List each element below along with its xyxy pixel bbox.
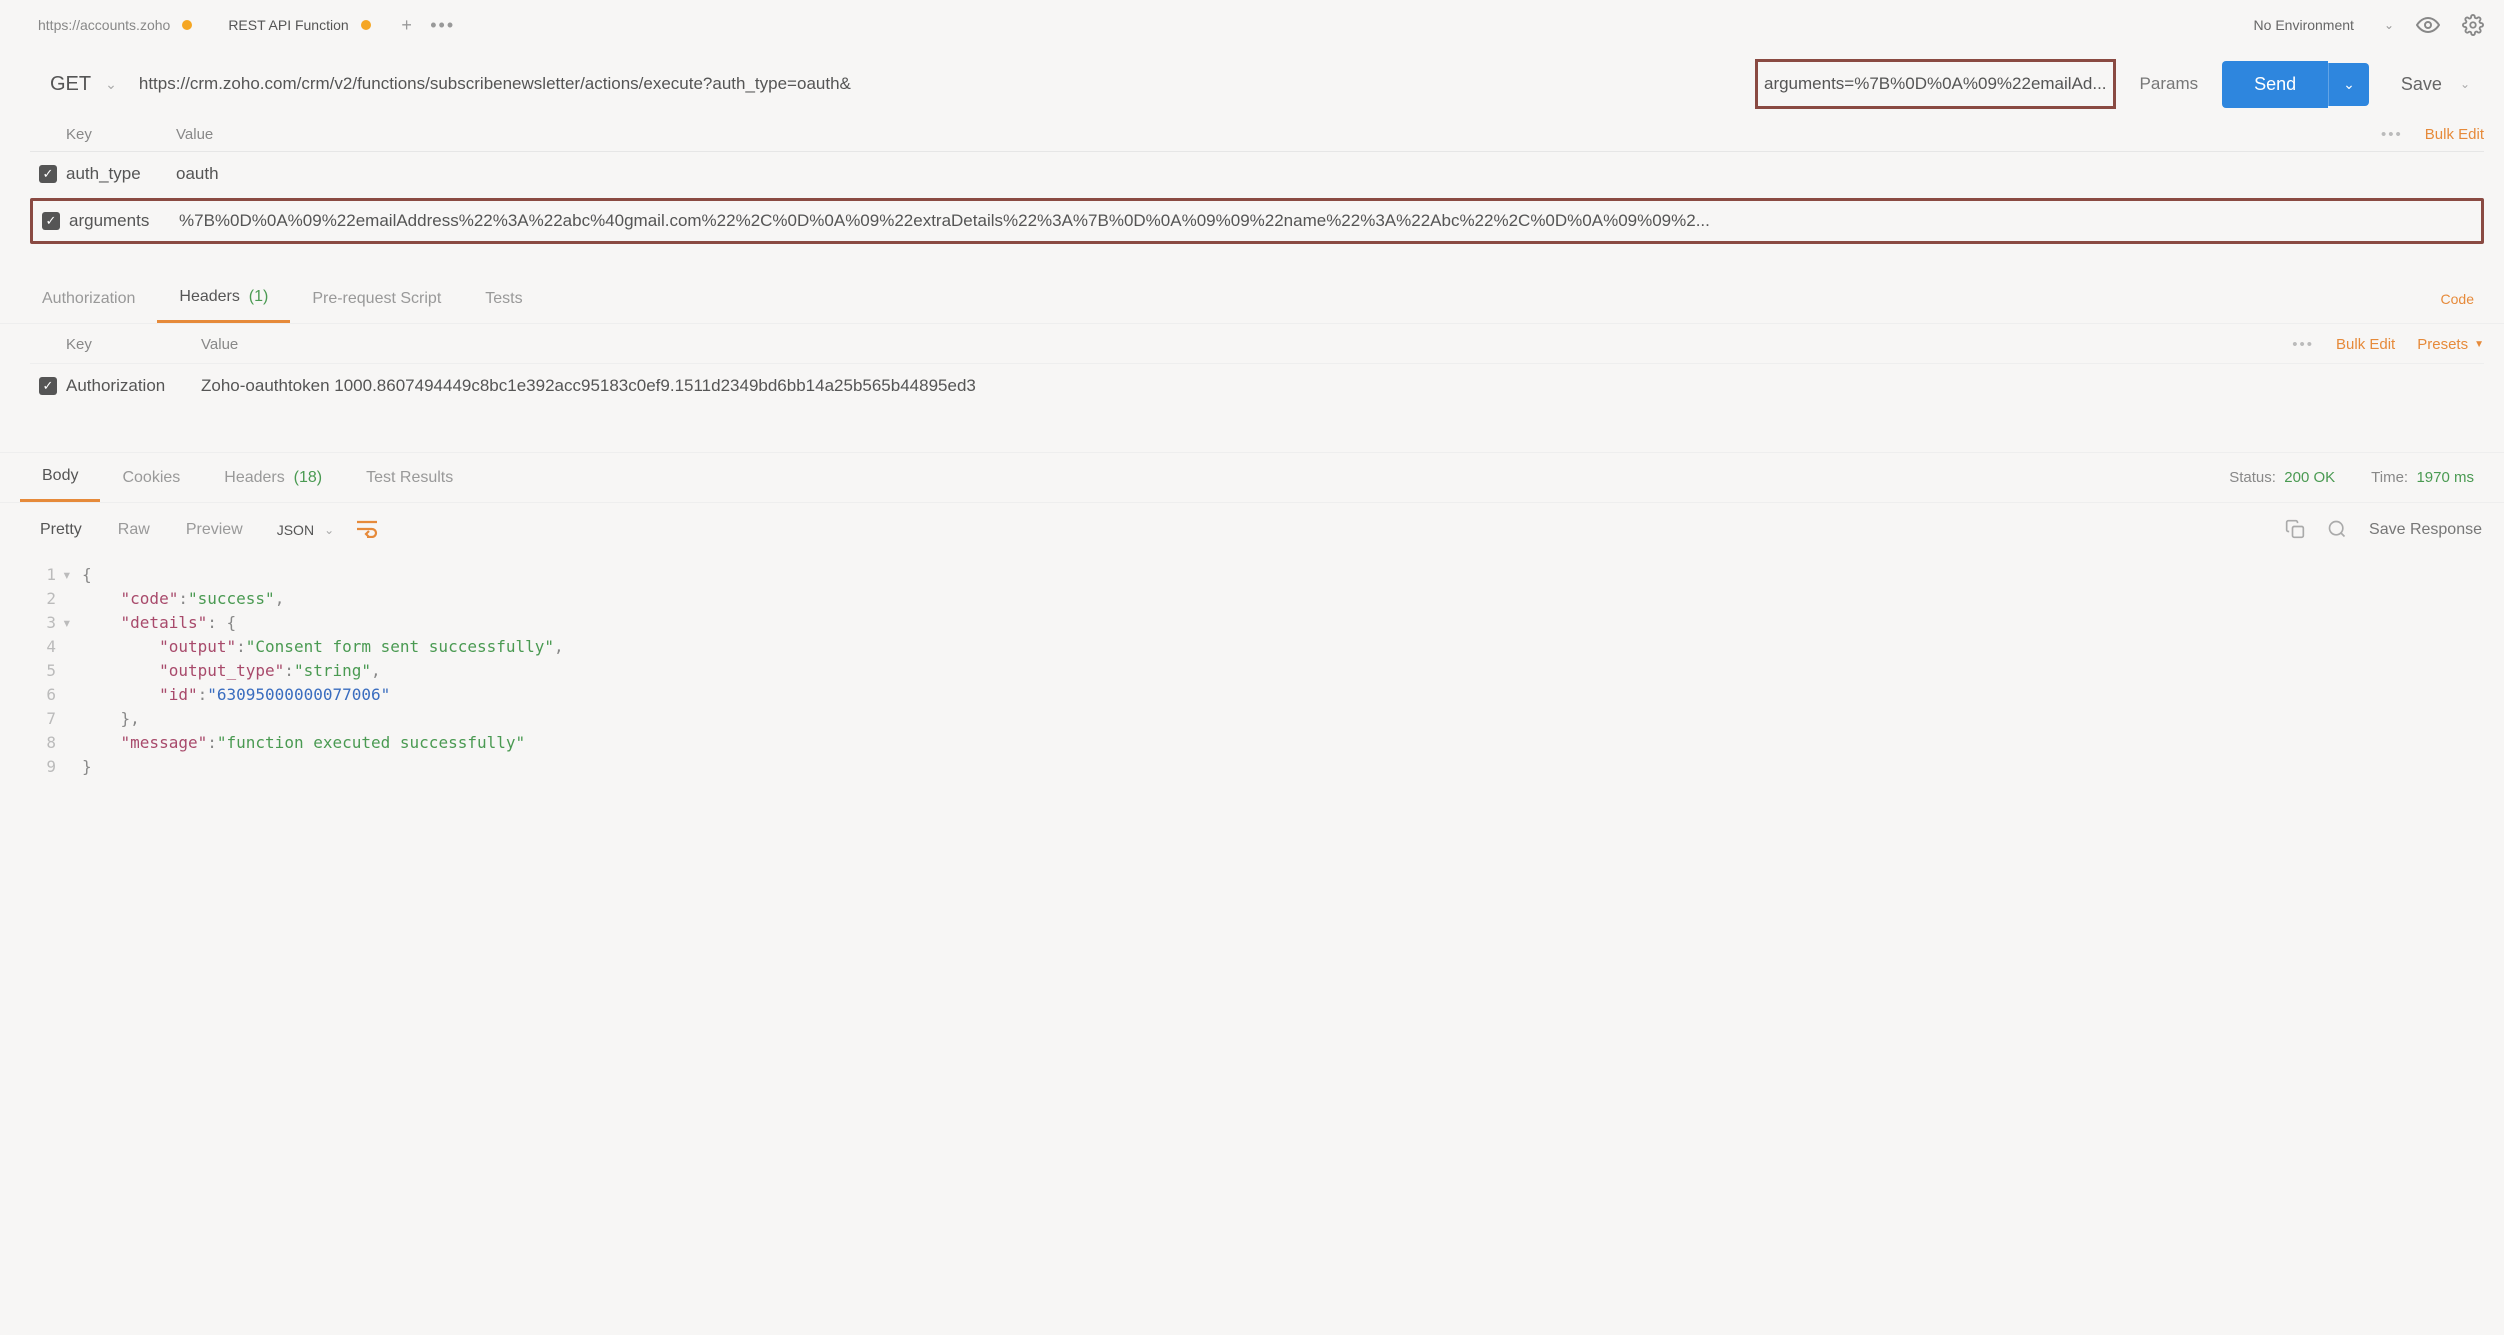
method-selector[interactable]: GET ⌄ (40, 60, 139, 108)
param-key[interactable]: arguments (69, 211, 179, 231)
unsaved-dot-icon (182, 20, 192, 30)
presets-button[interactable]: Presets ▼ (2417, 336, 2484, 353)
unsaved-dot-icon (361, 20, 371, 30)
column-value: Value (176, 126, 2381, 143)
tab-accounts[interactable]: https://accounts.zoho (20, 0, 210, 50)
request-bar: GET ⌄ https://crm.zoho.com/crm/v2/functi… (0, 50, 2504, 118)
save-response-button[interactable]: Save Response (2369, 521, 2482, 539)
bulk-edit-button[interactable]: Bulk Edit (2336, 336, 2395, 353)
new-tab-button[interactable]: + (389, 7, 425, 43)
tab-response-headers[interactable]: Headers (18) (202, 455, 344, 501)
tab-label: Headers (224, 469, 284, 486)
url-highlight: arguments=%7B%0D%0A%09%22emailAd... (1755, 59, 2116, 109)
param-row-highlighted[interactable]: ✓ arguments %7B%0D%0A%09%22emailAddress%… (30, 198, 2484, 244)
tab-label: Headers (179, 288, 239, 305)
headers-header-row: Key Value ••• Bulk Edit Presets ▼ (30, 326, 2484, 363)
column-value: Value (201, 336, 2292, 353)
method-label: GET (50, 73, 91, 96)
tab-cookies[interactable]: Cookies (100, 455, 202, 501)
message-value: function executed successfully (227, 733, 516, 752)
format-selector[interactable]: JSON ⌄ (277, 522, 334, 538)
code-link[interactable]: Code (2431, 277, 2484, 321)
header-key[interactable]: Authorization (66, 376, 201, 396)
output-type-value: string (304, 661, 362, 680)
code-value: success (198, 589, 265, 608)
checkbox-icon[interactable]: ✓ (42, 212, 60, 230)
status-value: 200 OK (2284, 469, 2335, 486)
send-dropdown-button[interactable]: ⌄ (2328, 63, 2369, 106)
eye-icon[interactable] (2416, 13, 2440, 37)
response-body[interactable]: 1▾{ 2 "code": "success", 3▾ "details": {… (0, 557, 2504, 801)
url-input[interactable]: https://crm.zoho.com/crm/v2/functions/su… (139, 60, 2116, 108)
wrap-lines-icon[interactable] (356, 520, 378, 541)
checkbox-icon[interactable]: ✓ (39, 165, 57, 183)
view-preview[interactable]: Preview (168, 513, 261, 547)
view-pretty[interactable]: Pretty (22, 513, 100, 547)
environment-label: No Environment (2254, 17, 2354, 33)
chevron-down-icon: ⌄ (105, 76, 117, 93)
column-key: Key (66, 336, 201, 353)
view-raw[interactable]: Raw (100, 513, 168, 547)
time-value: 1970 ms (2416, 469, 2474, 486)
environment-selector[interactable]: No Environment ⌄ (2254, 17, 2394, 33)
response-meta: Status: 200 OK Time: 1970 ms (2219, 455, 2484, 500)
time-label: Time: (2371, 469, 2408, 486)
response-headers-count: (18) (294, 469, 322, 486)
tab-options-button[interactable]: ••• (425, 7, 461, 43)
triangle-down-icon: ▼ (2474, 339, 2484, 350)
chevron-down-icon: ⌄ (324, 523, 334, 537)
copy-icon[interactable] (2285, 519, 2305, 542)
tab-prerequest[interactable]: Pre-request Script (290, 276, 463, 322)
url-text: https://crm.zoho.com/crm/v2/functions/su… (139, 74, 1755, 94)
save-button[interactable]: Save ⌄ (2387, 74, 2484, 95)
gear-icon[interactable] (2462, 14, 2484, 36)
header-value[interactable]: Zoho-oauthtoken 1000.8607494449c8bc1e392… (201, 376, 2484, 396)
more-icon[interactable]: ••• (2381, 126, 2403, 143)
params-header-row: Key Value ••• Bulk Edit (30, 118, 2484, 151)
chevron-down-icon: ⌄ (2384, 18, 2394, 32)
bulk-edit-button[interactable]: Bulk Edit (2425, 126, 2484, 143)
send-button[interactable]: Send (2222, 61, 2328, 108)
headers-count: (1) (249, 288, 269, 305)
save-label: Save (2401, 74, 2442, 95)
tab-test-results[interactable]: Test Results (344, 455, 475, 501)
headers-table: Key Value ••• Bulk Edit Presets ▼ ✓ Auth… (0, 324, 2504, 418)
format-label: JSON (277, 522, 314, 538)
tab-body[interactable]: Body (20, 453, 100, 502)
request-tabs: Authorization Headers (1) Pre-request Sc… (0, 274, 2504, 324)
tab-headers[interactable]: Headers (1) (157, 274, 290, 323)
search-icon[interactable] (2327, 519, 2347, 542)
column-key: Key (66, 126, 176, 143)
params-button[interactable]: Params (2116, 74, 2223, 94)
param-key[interactable]: auth_type (66, 164, 176, 184)
body-toolbar: Pretty Raw Preview JSON ⌄ Save Response (0, 503, 2504, 557)
checkbox-icon[interactable]: ✓ (39, 377, 57, 395)
tab-label: REST API Function (228, 17, 348, 33)
more-icon[interactable]: ••• (2292, 336, 2314, 353)
param-value[interactable]: %7B%0D%0A%09%22emailAddress%22%3A%22abc%… (179, 211, 2479, 231)
id-value: 63095000000077006 (217, 685, 381, 704)
tab-rest-api[interactable]: REST API Function (210, 0, 388, 50)
tab-label: https://accounts.zoho (38, 17, 170, 33)
chevron-down-icon: ⌄ (2343, 76, 2355, 92)
header-row[interactable]: ✓ Authorization Zoho-oauthtoken 1000.860… (30, 363, 2484, 408)
tab-bar: https://accounts.zoho REST API Function … (0, 0, 2504, 50)
tab-tests[interactable]: Tests (463, 276, 544, 322)
status-label: Status: (2229, 469, 2276, 486)
chevron-down-icon: ⌄ (2460, 77, 2470, 91)
params-table: Key Value ••• Bulk Edit ✓ auth_type oaut… (0, 118, 2504, 256)
presets-label: Presets (2417, 336, 2468, 353)
param-value[interactable]: oauth (176, 164, 2484, 184)
response-tabs: Body Cookies Headers (18) Test Results S… (0, 452, 2504, 503)
output-value: Consent form sent successfully (255, 637, 544, 656)
tab-authorization[interactable]: Authorization (20, 276, 157, 322)
param-row[interactable]: ✓ auth_type oauth (30, 151, 2484, 196)
